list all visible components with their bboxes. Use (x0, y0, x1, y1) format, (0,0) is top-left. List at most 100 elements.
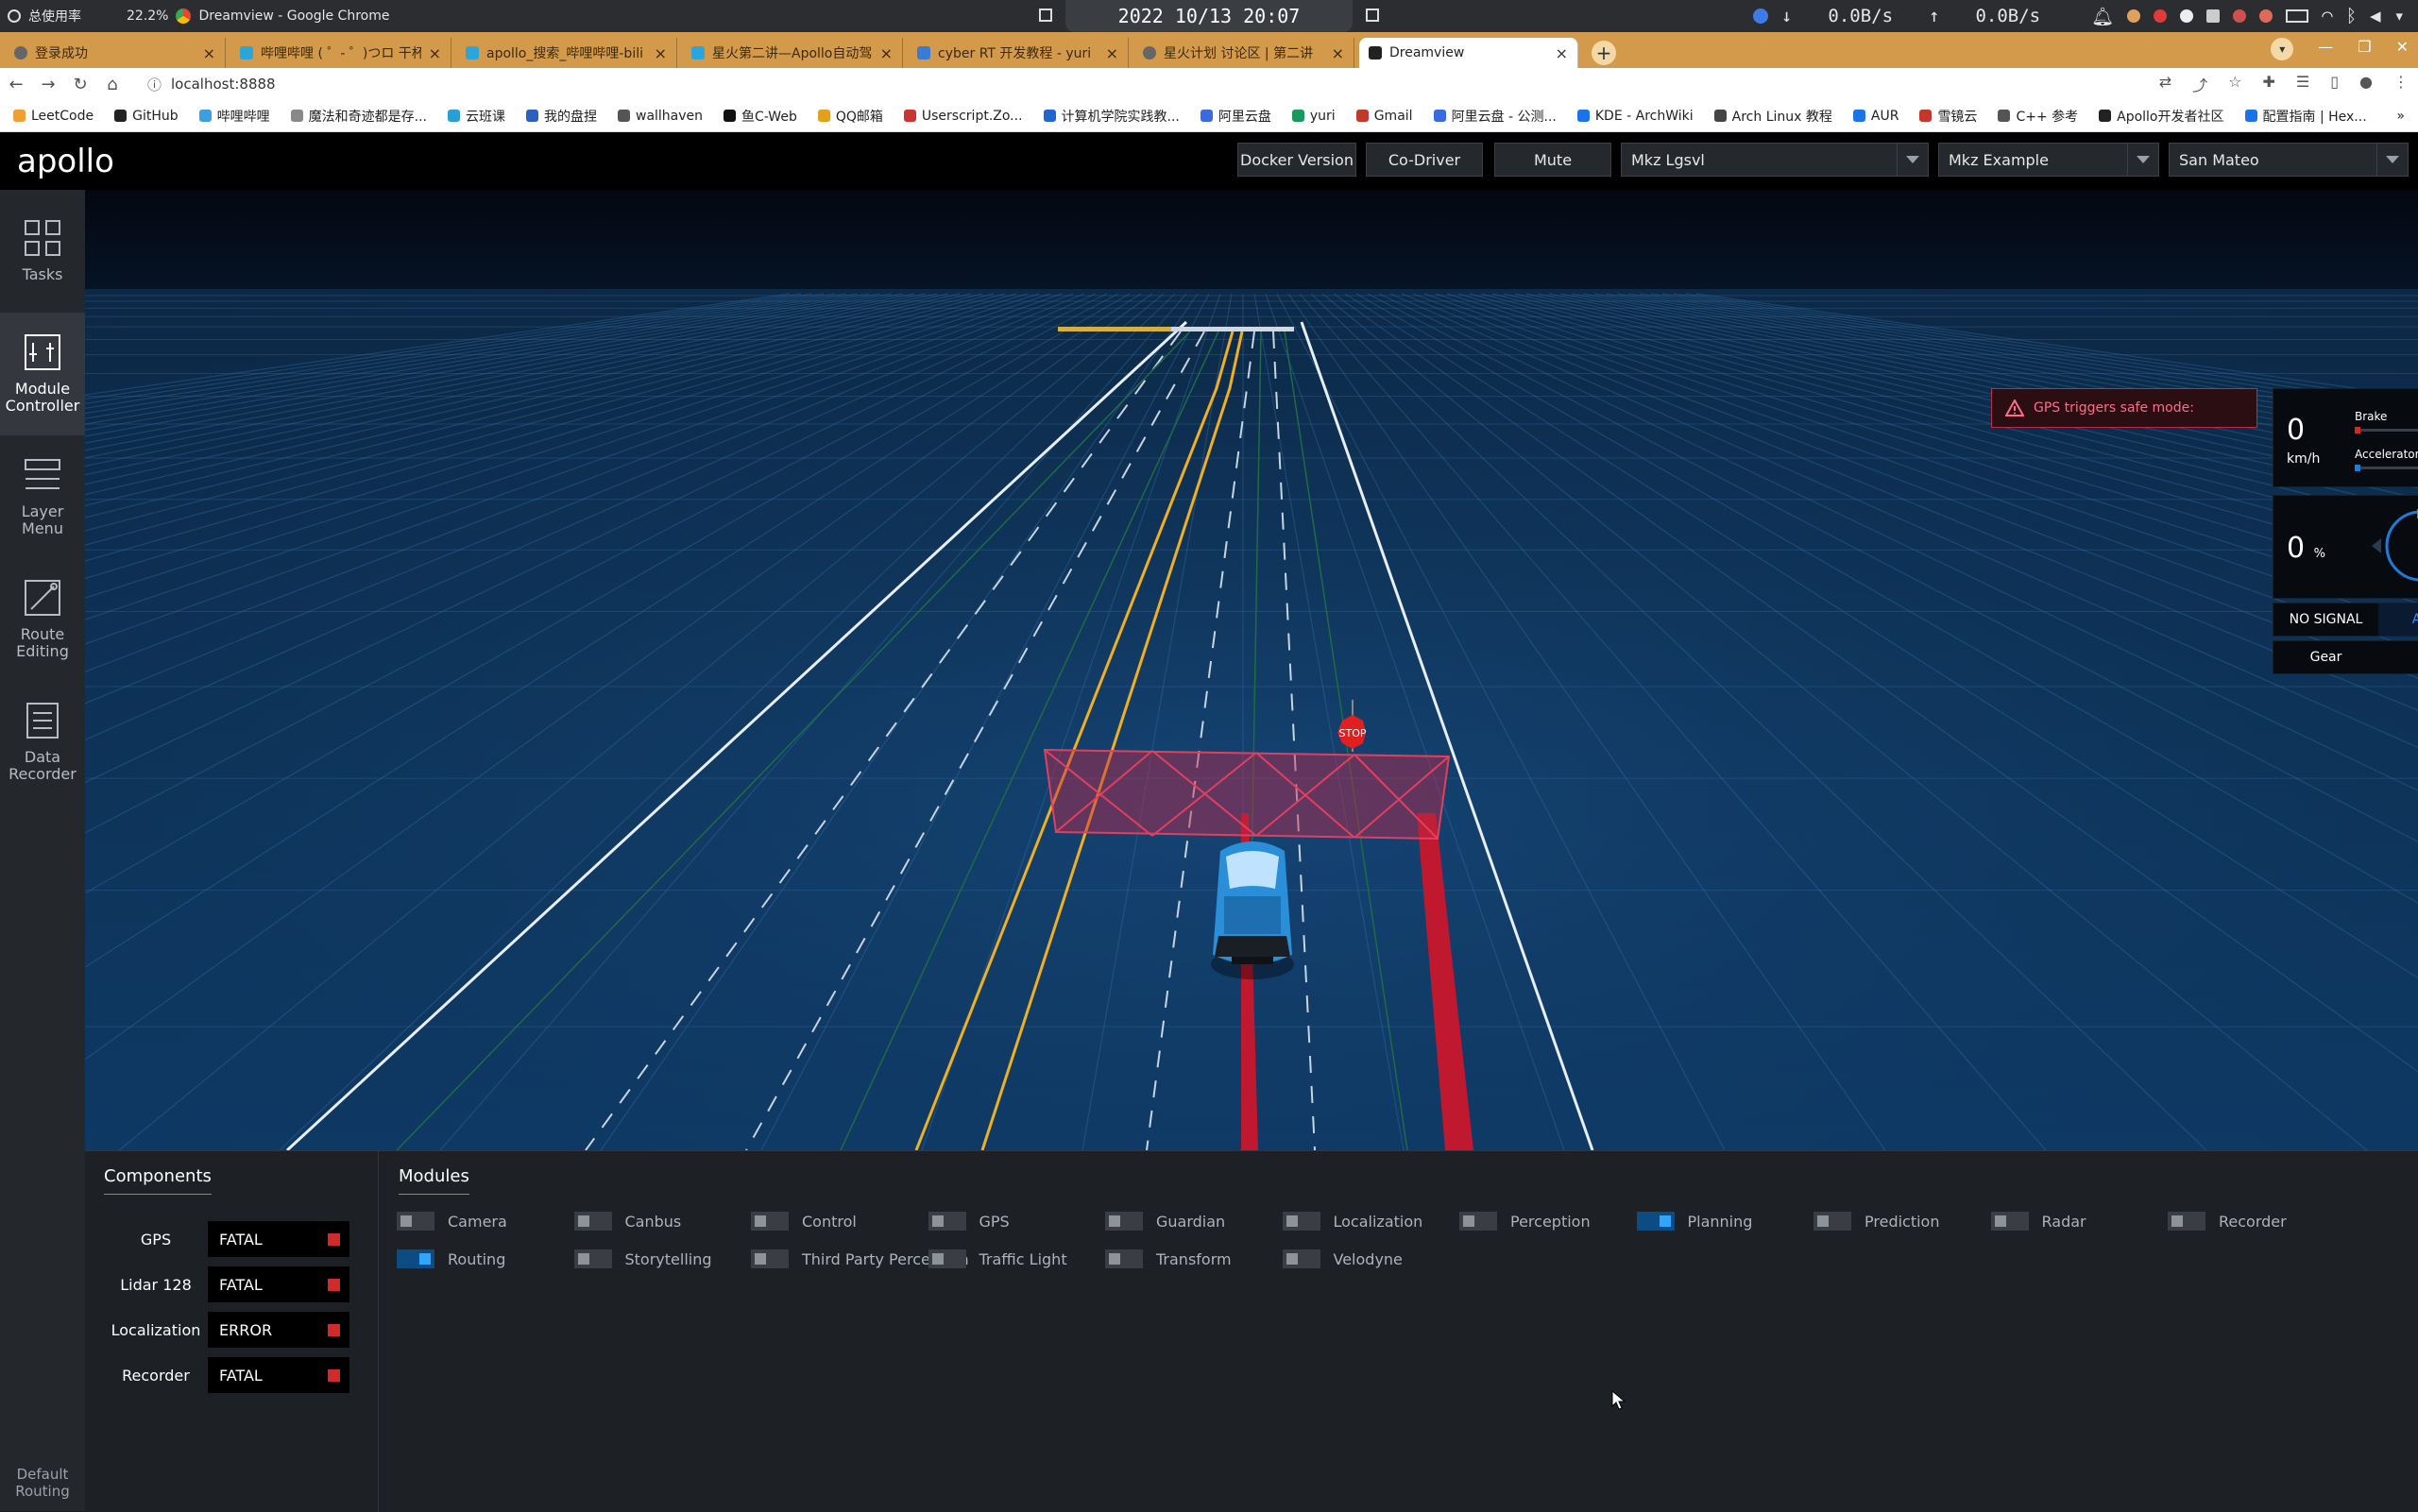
sidebar-item-tasks[interactable]: Tasks (0, 190, 85, 313)
module-toggle-item[interactable]: Recorder (2168, 1210, 2287, 1232)
sidebar-item-module-controller[interactable]: Module Controller (0, 313, 85, 435)
toggle-switch[interactable] (2168, 1212, 2205, 1231)
translate-icon[interactable]: ⇄ (2159, 73, 2171, 95)
netease-music-icon[interactable] (2154, 9, 2168, 23)
module-toggle-item[interactable]: Guardian (1105, 1210, 1225, 1232)
forward-arrow-icon[interactable]: → (32, 75, 64, 94)
minimize-icon[interactable]: — (2318, 38, 2333, 60)
bookmark-item[interactable]: GitHub (114, 109, 179, 124)
bookmarks-overflow-icon[interactable]: » (2396, 109, 2405, 124)
tab-search-chevron-icon[interactable]: ▾ (2271, 38, 2294, 60)
system-clock[interactable]: 2022 10/13 20:07 (1065, 0, 1353, 32)
toggle-switch[interactable] (928, 1249, 966, 1268)
toggle-switch[interactable] (1636, 1212, 1675, 1231)
profile-avatar-icon[interactable]: ● (2359, 73, 2373, 95)
tab-close-icon[interactable]: × (1332, 44, 1344, 62)
bookmark-item[interactable]: Arch Linux 教程 (1713, 107, 1832, 126)
browser-tab[interactable]: 星火第二讲—Apollo自动驾驶 × (682, 38, 903, 68)
toggle-switch[interactable] (1282, 1249, 1320, 1268)
module-toggle-item[interactable]: Velodyne (1282, 1248, 1403, 1270)
system-menu-icon[interactable] (8, 9, 21, 23)
module-toggle-item[interactable]: Transform (1105, 1248, 1232, 1270)
bookmark-item[interactable]: KDE - ArchWiki (1576, 109, 1694, 124)
bookmark-item[interactable]: Apollo开发者社区 (2099, 107, 2224, 126)
bookmark-item[interactable]: 哔哩哔哩 (198, 107, 270, 126)
bookmark-item[interactable]: QQ邮箱 (817, 107, 883, 126)
toggle-switch[interactable] (397, 1249, 434, 1268)
bookmark-item[interactable]: 雪镜云 (1919, 107, 1977, 126)
module-toggle-item[interactable]: Control (751, 1210, 857, 1232)
home-icon[interactable]: ⌂ (96, 75, 128, 94)
toggle-switch[interactable] (928, 1212, 966, 1231)
module-toggle-item[interactable]: Routing (397, 1248, 505, 1270)
site-info-icon[interactable]: ⓘ (147, 75, 162, 94)
reading-list-icon[interactable]: ☰ (2296, 73, 2309, 95)
bookmark-star-icon[interactable]: ☆ (2228, 73, 2241, 95)
app-s-icon[interactable] (2259, 9, 2273, 23)
side-panel-icon[interactable]: ▯ (2330, 73, 2339, 95)
bookmark-item[interactable]: 计算机学院实践教... (1043, 107, 1180, 126)
browser-tab[interactable]: 哔哩哔哩 ( ゜- ゜)つロ 干杯~ × (230, 38, 451, 68)
module-toggle-item[interactable]: Planning (1636, 1210, 1752, 1232)
toggle-switch[interactable] (1105, 1249, 1143, 1268)
bookmark-item[interactable]: AUR (1852, 109, 1899, 124)
bookmark-item[interactable]: LeetCode (13, 109, 94, 124)
tab-close-icon[interactable]: × (429, 44, 441, 62)
docker-version-button[interactable]: Docker Version (1237, 143, 1356, 177)
map-select[interactable]: San Mateo (2169, 143, 2409, 177)
co-driver-button[interactable]: Co-Driver (1366, 143, 1483, 177)
bluetooth-icon[interactable]: ᛒ (2346, 6, 2357, 26)
toggle-switch[interactable] (751, 1212, 789, 1231)
module-toggle-item[interactable]: Canbus (573, 1210, 681, 1232)
tray-menu-chevron-icon[interactable]: ▾ (2394, 6, 2405, 26)
browser-tab-active[interactable]: Dreamview × (1359, 38, 1578, 68)
module-toggle-item[interactable]: Localization (1282, 1210, 1422, 1232)
module-toggle-item[interactable]: Storytelling (573, 1248, 712, 1270)
browser-tab[interactable]: apollo_搜索_哔哩哔哩-bili × (456, 38, 677, 68)
sidebar-item-route-editing[interactable]: Route Editing (0, 558, 85, 681)
module-toggle-item[interactable]: GPS (928, 1210, 1010, 1232)
wifi-icon[interactable]: ◠ (2322, 6, 2332, 26)
battery-icon[interactable] (2286, 9, 2309, 23)
3d-scene-view[interactable]: STOP GPS triggers safe mode: 0 km/h Brak… (85, 190, 2418, 1150)
bookmark-item[interactable]: 魔法和奇迹都是存... (290, 107, 427, 126)
clipboard-icon[interactable] (2206, 9, 2221, 23)
module-toggle-item[interactable]: Traffic Light (928, 1248, 1067, 1270)
extensions-icon[interactable]: ✚ (2262, 73, 2274, 95)
bookmark-item[interactable]: Userscript.Zo... (903, 109, 1023, 124)
tab-close-icon[interactable]: × (1556, 44, 1568, 62)
bookmark-item[interactable]: 阿里云盘 (1200, 107, 1271, 126)
bookmark-item[interactable]: 配置指南 | Hex... (2244, 107, 2367, 126)
close-window-icon[interactable]: ✕ (2396, 38, 2409, 60)
calendar-icon[interactable] (1039, 8, 1052, 22)
scene-canvas[interactable]: STOP (85, 190, 2418, 1150)
bookmark-item[interactable]: yuri (1291, 109, 1336, 124)
bookmark-item[interactable]: 鱼C-Web (724, 107, 797, 126)
toggle-switch[interactable] (1814, 1212, 1851, 1231)
reload-icon[interactable]: ↻ (64, 75, 96, 94)
toggle-switch[interactable] (1459, 1212, 1497, 1231)
chrome-menu-icon[interactable]: ⋮ (2393, 73, 2409, 95)
toggle-switch[interactable] (573, 1249, 612, 1268)
bookmark-item[interactable]: 阿里云盘 - 公测... (1433, 107, 1557, 126)
notes-icon[interactable] (1366, 8, 1379, 22)
default-routing-button[interactable]: Default Routing (0, 1454, 85, 1511)
share-icon[interactable]: ⤴ (2192, 73, 2207, 95)
media-player-icon[interactable] (2180, 9, 2194, 23)
toggle-switch[interactable] (751, 1249, 789, 1268)
tab-close-icon[interactable]: × (880, 44, 893, 62)
toggle-switch[interactable] (1105, 1212, 1143, 1231)
new-tab-button[interactable]: + (1592, 41, 1616, 65)
toggle-switch[interactable] (573, 1212, 612, 1231)
bookmark-item[interactable]: 我的盘捏 (526, 107, 597, 126)
browser-tab[interactable]: 星火计划 讨论区 | 第二讲 × (1133, 38, 1354, 68)
module-toggle-item[interactable]: Radar (1990, 1210, 2086, 1232)
module-toggle-item[interactable]: Prediction (1814, 1210, 1939, 1232)
tab-close-icon[interactable]: × (203, 44, 215, 62)
tab-close-icon[interactable]: × (1106, 44, 1118, 62)
record-icon[interactable] (2233, 9, 2247, 23)
sidebar-item-layer-menu[interactable]: Layer Menu (0, 435, 85, 558)
vehicle-select[interactable]: Mkz Lgsvl (1621, 143, 1929, 177)
toggle-switch[interactable] (397, 1212, 434, 1231)
restore-icon[interactable]: ❐ (2358, 38, 2371, 60)
